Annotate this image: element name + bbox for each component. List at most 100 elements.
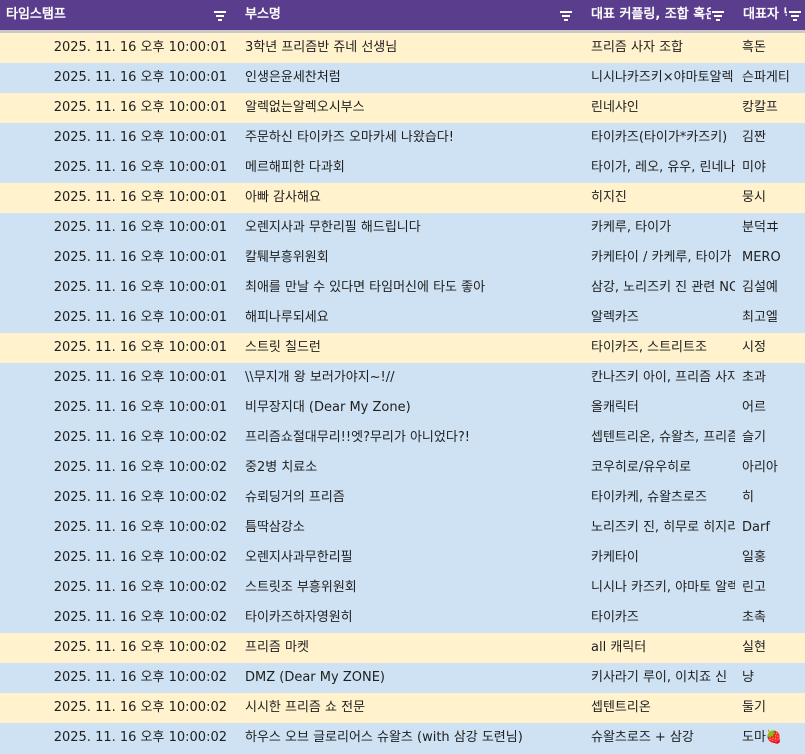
filter-icon[interactable] <box>213 0 227 30</box>
cell-coupling[interactable]: 카케타이 <box>585 543 735 573</box>
table-row[interactable]: 2025. 11. 16 오후 10:00:02 스트릿조 부흥위원회 니시나 카즈… <box>0 573 805 603</box>
cell-coupling[interactable]: 타이가, 레오, 유우, 린네나 <box>585 153 735 183</box>
cell-coupling[interactable]: 카케루, 타이가 <box>585 213 735 243</box>
cell-booth-name[interactable]: 오렌지사과무한리필 <box>239 543 583 573</box>
cell-coupling[interactable]: 린네샤인 <box>585 93 735 123</box>
cell-booth-name[interactable]: 아빠 감사해요 <box>239 183 583 213</box>
cell-booth-name[interactable]: 최애를 만날 수 있다면 타임머신에 타도 좋아 <box>239 273 583 303</box>
cell-representative[interactable]: 김설예 <box>737 273 805 303</box>
table-row[interactable]: 2025. 11. 16 오후 10:00:02 슈뢰딩거의 프리즘 타이카케, 슈… <box>0 483 805 513</box>
cell-booth-name[interactable]: 프리즘쇼절대무리!!엣?무리가 아니었다?! <box>239 423 583 453</box>
cell-representative[interactable]: 미야 <box>737 153 805 183</box>
column-header-timestamp[interactable]: 타임스탬프 <box>0 0 237 30</box>
cell-timestamp[interactable]: 2025. 11. 16 오후 10:00:02 <box>0 543 237 573</box>
table-row[interactable]: 2025. 11. 16 오후 10:00:02 틈딱삼강소 노리즈키 진, 히무로… <box>0 513 805 543</box>
cell-coupling[interactable]: 노리즈키 진, 히무로 히지리 <box>585 513 735 543</box>
cell-booth-name[interactable]: 3학년 프리즘반 쥬네 선생님 <box>239 33 583 63</box>
cell-booth-name[interactable]: 시시한 프리즘 쇼 전문 <box>239 693 583 723</box>
cell-timestamp[interactable]: 2025. 11. 16 오후 10:00:01 <box>0 123 237 153</box>
cell-timestamp[interactable]: 2025. 11. 16 오후 10:00:01 <box>0 33 237 63</box>
cell-booth-name[interactable]: 메르해피한 다과회 <box>239 153 583 183</box>
table-row[interactable]: 2025. 11. 16 오후 10:00:01 주문하신 타이카즈 오마카세 나… <box>0 123 805 153</box>
cell-timestamp[interactable]: 2025. 11. 16 오후 10:00:01 <box>0 333 237 363</box>
column-header-booth-name[interactable]: 부스명 <box>239 0 583 30</box>
cell-coupling[interactable]: 키사라기 루이, 이치죠 신 <box>585 663 735 693</box>
cell-coupling[interactable]: 타이카즈, 스트리트조 <box>585 333 735 363</box>
cell-representative[interactable]: 초촉 <box>737 603 805 633</box>
cell-booth-name[interactable]: \\무지개 왕 보러가야지~!// <box>239 363 583 393</box>
cell-representative[interactable]: 도마🍓 <box>737 723 805 753</box>
table-row[interactable]: 2025. 11. 16 오후 10:00:01 알렉없는알렉오시부스 린네샤인 캉칼… <box>0 93 805 123</box>
cell-booth-name[interactable]: 타이카즈하자영원히 <box>239 603 583 633</box>
table-row[interactable]: 2025. 11. 16 오후 10:00:02 중2병 치료소 코우히로/유우히로… <box>0 453 805 483</box>
table-row[interactable]: 2025. 11. 16 오후 10:00:02 프리즘 마켓 all 캐릭터 실현 <box>0 633 805 663</box>
cell-coupling[interactable]: all 캐릭터 <box>585 633 735 663</box>
cell-booth-name[interactable]: 오렌지사과 무한리필 해드립니다 <box>239 213 583 243</box>
cell-timestamp[interactable]: 2025. 11. 16 오후 10:00:01 <box>0 273 237 303</box>
cell-booth-name[interactable]: 틈딱삼강소 <box>239 513 583 543</box>
cell-timestamp[interactable]: 2025. 11. 16 오후 10:00:02 <box>0 423 237 453</box>
table-row[interactable]: 2025. 11. 16 오후 10:00:01 해피나루되세요 알렉카즈 최고엘 <box>0 303 805 333</box>
cell-timestamp[interactable]: 2025. 11. 16 오후 10:00:02 <box>0 453 237 483</box>
cell-coupling[interactable]: 코우히로/유우히로 <box>585 453 735 483</box>
cell-representative[interactable]: 초과 <box>737 363 805 393</box>
cell-coupling[interactable]: 셉텐트리온 <box>585 693 735 723</box>
cell-timestamp[interactable]: 2025. 11. 16 오후 10:00:02 <box>0 603 237 633</box>
table-row[interactable]: 2025. 11. 16 오후 10:00:01 오렌지사과 무한리필 해드립니다… <box>0 213 805 243</box>
cell-booth-name[interactable]: 하우스 오브 글로리어스 슈왈츠 (with 삼강 도련님) <box>239 723 583 753</box>
cell-timestamp[interactable]: 2025. 11. 16 오후 10:00:01 <box>0 153 237 183</box>
cell-timestamp[interactable]: 2025. 11. 16 오후 10:00:01 <box>0 363 237 393</box>
cell-representative[interactable]: 김짠 <box>737 123 805 153</box>
cell-representative[interactable]: 일홍 <box>737 543 805 573</box>
column-header-representative[interactable]: 대표자 닉네임 <box>737 0 787 30</box>
cell-timestamp[interactable]: 2025. 11. 16 오후 10:00:01 <box>0 303 237 333</box>
cell-representative[interactable]: 시정 <box>737 333 805 363</box>
cell-timestamp[interactable]: 2025. 11. 16 오후 10:00:01 <box>0 243 237 273</box>
cell-timestamp[interactable]: 2025. 11. 16 오후 10:00:02 <box>0 663 237 693</box>
cell-coupling[interactable]: 삼강, 노리즈키 진 관련 NC <box>585 273 735 303</box>
cell-booth-name[interactable]: DMZ (Dear My ZONE) <box>239 663 583 693</box>
cell-timestamp[interactable]: 2025. 11. 16 오후 10:00:01 <box>0 183 237 213</box>
filter-icon[interactable] <box>559 0 573 30</box>
table-row[interactable]: 2025. 11. 16 오후 10:00:02 하우스 오브 글로리어스 슈왈츠… <box>0 723 805 753</box>
filter-icon[interactable] <box>711 0 725 30</box>
table-row[interactable]: 2025. 11. 16 오후 10:00:01 인생은윤세찬처럼 니시나카즈키×야… <box>0 63 805 93</box>
cell-timestamp[interactable]: 2025. 11. 16 오후 10:00:01 <box>0 213 237 243</box>
cell-representative[interactable]: 캉칼프 <box>737 93 805 123</box>
cell-representative[interactable]: 분덕ヰ <box>737 213 805 243</box>
cell-booth-name[interactable]: 슈뢰딩거의 프리즘 <box>239 483 583 513</box>
cell-booth-name[interactable]: 칼퉤부흥위원회 <box>239 243 583 273</box>
cell-booth-name[interactable]: 알렉없는알렉오시부스 <box>239 93 583 123</box>
cell-timestamp[interactable]: 2025. 11. 16 오후 10:00:02 <box>0 573 237 603</box>
cell-timestamp[interactable]: 2025. 11. 16 오후 10:00:02 <box>0 633 237 663</box>
table-row[interactable]: 2025. 11. 16 오후 10:00:01 비무장지대 (Dear My Z… <box>0 393 805 423</box>
cell-timestamp[interactable]: 2025. 11. 16 오후 10:00:02 <box>0 723 237 753</box>
cell-coupling[interactable]: 니시나카즈키×야마토알렉 <box>585 63 735 93</box>
cell-booth-name[interactable]: 비무장지대 (Dear My Zone) <box>239 393 583 423</box>
table-row[interactable]: 2025. 11. 16 오후 10:00:01 칼퉤부흥위원회 카케타이 / 카케… <box>0 243 805 273</box>
cell-timestamp[interactable]: 2025. 11. 16 오후 10:00:02 <box>0 513 237 543</box>
filter-icon[interactable] <box>788 0 802 30</box>
cell-booth-name[interactable]: 주문하신 타이카즈 오마카세 나왔습다! <box>239 123 583 153</box>
cell-booth-name[interactable]: 스트릿 칠드런 <box>239 333 583 363</box>
cell-coupling[interactable]: 프리즘 사자 조합 <box>585 33 735 63</box>
cell-representative[interactable]: 히 <box>737 483 805 513</box>
table-row[interactable]: 2025. 11. 16 오후 10:00:02 프리즘쇼절대무리!!엣?무리가 … <box>0 423 805 453</box>
table-row[interactable]: 2025. 11. 16 오후 10:00:01 최애를 만날 수 있다면 타임머… <box>0 273 805 303</box>
cell-coupling[interactable]: 타이카즈 <box>585 603 735 633</box>
table-row[interactable]: 2025. 11. 16 오후 10:00:02 오렌지사과무한리필 카케타이 일홍 <box>0 543 805 573</box>
table-row[interactable]: 2025. 11. 16 오후 10:00:01 아빠 감사해요 히지진 뭉시 <box>0 183 805 213</box>
cell-coupling[interactable]: 히지진 <box>585 183 735 213</box>
cell-representative[interactable]: 슨파게티 <box>737 63 805 93</box>
cell-coupling[interactable]: 카케타이 / 카케루, 타이가 <box>585 243 735 273</box>
cell-representative[interactable]: 둘기 <box>737 693 805 723</box>
cell-timestamp[interactable]: 2025. 11. 16 오후 10:00:01 <box>0 393 237 423</box>
cell-representative[interactable]: 린고 <box>737 573 805 603</box>
cell-representative[interactable]: 흑돈 <box>737 33 805 63</box>
cell-representative[interactable]: Darf <box>737 513 805 543</box>
cell-representative[interactable]: 아리아 <box>737 453 805 483</box>
cell-coupling[interactable]: 타이카즈(타이가*카즈키) <box>585 123 735 153</box>
table-row[interactable]: 2025. 11. 16 오후 10:00:01 스트릿 칠드런 타이카즈, 스트리… <box>0 333 805 363</box>
cell-timestamp[interactable]: 2025. 11. 16 오후 10:00:01 <box>0 63 237 93</box>
cell-timestamp[interactable]: 2025. 11. 16 오후 10:00:02 <box>0 483 237 513</box>
